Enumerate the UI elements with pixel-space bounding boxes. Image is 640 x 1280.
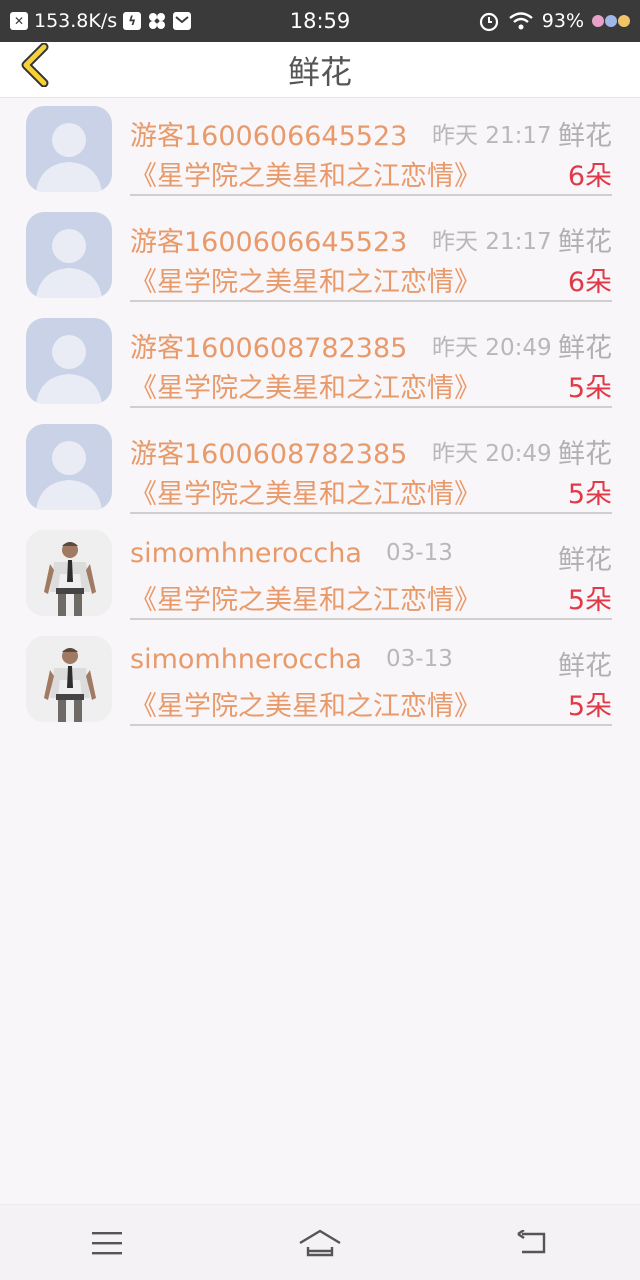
- timestamp: 昨天 20:49: [432, 441, 552, 467]
- book-title[interactable]: 《星学院之美星和之江恋情》: [130, 684, 481, 723]
- flash-icon: ϟ: [123, 12, 142, 30]
- mail-icon: [173, 12, 192, 30]
- avatar[interactable]: [26, 636, 112, 722]
- avatar[interactable]: [26, 530, 112, 616]
- gift-count: 5朵: [567, 373, 612, 404]
- book-title[interactable]: 《星学院之美星和之江恋情》: [130, 260, 481, 299]
- gift-count: 5朵: [567, 691, 612, 722]
- wifi-icon: [508, 11, 534, 31]
- gift-count: 6朵: [567, 267, 612, 298]
- network-speed: 153.8K/s: [34, 10, 118, 32]
- home-icon: [299, 1229, 341, 1256]
- home-button[interactable]: [290, 1218, 350, 1268]
- header: 鲜花: [0, 42, 640, 98]
- list-item[interactable]: 游客1600606645523 昨天 21:17 鲜花 《星学院之美星和之江恋情…: [0, 100, 640, 206]
- username: 游客1600608782385: [130, 439, 408, 470]
- gift-type: 鲜花: [558, 227, 612, 258]
- list-item[interactable]: 游客1600608782385 昨天 20:49 鲜花 《星学院之美星和之江恋情…: [0, 418, 640, 524]
- username: 游客1600608782385: [130, 333, 408, 364]
- menu-button[interactable]: [77, 1218, 137, 1268]
- gift-count: 6朵: [567, 161, 612, 192]
- gift-type: 鲜花: [558, 651, 612, 682]
- avatar[interactable]: [26, 212, 112, 298]
- username: 游客1600606645523: [130, 227, 408, 258]
- timestamp: 03-13: [386, 646, 453, 672]
- gift-type: 鲜花: [558, 439, 612, 470]
- back-icon: [517, 1229, 546, 1253]
- username: simomhneroccha: [130, 538, 362, 569]
- menu-icon: [91, 1231, 122, 1254]
- system-back-button[interactable]: [503, 1218, 563, 1268]
- battery-level: 93%: [541, 10, 584, 32]
- book-title[interactable]: 《星学院之美星和之江恋情》: [130, 578, 481, 617]
- username: 游客1600606645523: [130, 121, 408, 152]
- timestamp: 昨天 21:17: [432, 229, 552, 255]
- notification-x-icon: ✕: [10, 12, 28, 30]
- gift-type: 鲜花: [558, 121, 612, 152]
- chevron-left-icon: [21, 43, 49, 87]
- avatar[interactable]: [26, 318, 112, 404]
- flower-record-list: 游客1600606645523 昨天 21:17 鲜花 《星学院之美星和之江恋情…: [0, 100, 640, 736]
- gift-type: 鲜花: [558, 545, 612, 576]
- timestamp: 昨天 20:49: [432, 335, 552, 361]
- book-title[interactable]: 《星学院之美星和之江恋情》: [130, 366, 481, 405]
- list-item[interactable]: simomhneroccha 03-13 鲜花 《星学院之美星和之江恋情》 5朵: [0, 630, 640, 736]
- gift-count: 5朵: [567, 585, 612, 616]
- book-title[interactable]: 《星学院之美星和之江恋情》: [130, 472, 481, 511]
- back-button[interactable]: [10, 42, 60, 88]
- list-item[interactable]: simomhneroccha 03-13 鲜花 《星学院之美星和之江恋情》 5朵: [0, 524, 640, 630]
- book-title[interactable]: 《星学院之美星和之江恋情》: [130, 154, 481, 193]
- timestamp: 03-13: [386, 540, 453, 566]
- username: simomhneroccha: [130, 644, 362, 675]
- gift-type: 鲜花: [558, 333, 612, 364]
- avatar[interactable]: [26, 106, 112, 192]
- list-item[interactable]: 游客1600606645523 昨天 21:17 鲜花 《星学院之美星和之江恋情…: [0, 206, 640, 312]
- page-title: 鲜花: [287, 52, 352, 91]
- alarm-icon: [478, 10, 500, 32]
- fan-icon: [147, 11, 167, 31]
- list-item[interactable]: 游客1600608782385 昨天 20:49 鲜花 《星学院之美星和之江恋情…: [0, 312, 640, 418]
- system-nav-bar: [0, 1204, 640, 1280]
- avatar[interactable]: [26, 424, 112, 510]
- timestamp: 昨天 21:17: [432, 123, 552, 149]
- status-bar: ✕ 153.8K/s ϟ 18:59 93%: [0, 0, 640, 42]
- hearts-icon: [592, 15, 630, 27]
- gift-count: 5朵: [567, 479, 612, 510]
